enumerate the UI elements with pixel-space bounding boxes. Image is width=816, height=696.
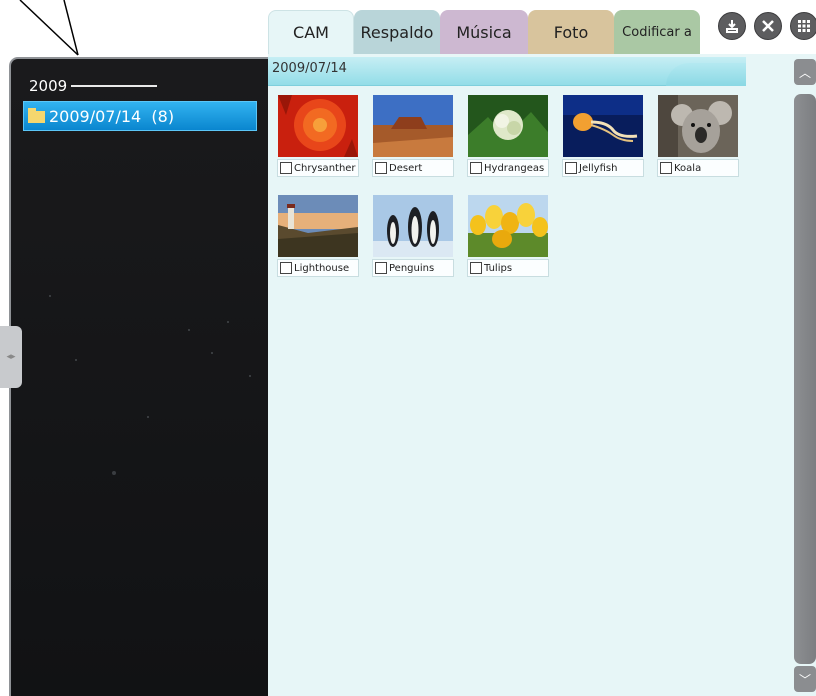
hydrangeas-image [468, 95, 548, 157]
tab-musica-label: Música [456, 22, 512, 42]
jellyfish-image [563, 95, 643, 157]
thumbnail-name: Tulips [484, 262, 513, 274]
thumbnail-name: Lighthouse [294, 262, 350, 274]
chevron-down-icon: ﹀ [798, 672, 811, 687]
thumbnail-label: Tulips [467, 259, 549, 277]
lighthouse-image [278, 195, 358, 257]
select-checkbox[interactable] [375, 262, 387, 274]
thumbnail-jellyfish[interactable]: Jellyfish [558, 95, 644, 183]
tulips-image [468, 195, 548, 257]
select-checkbox[interactable] [280, 262, 292, 274]
thumbnail-area: 2009/07/14 Chrysanther Desert Hydrangeas… [268, 54, 816, 696]
thumbnail-name: Jellyfish [579, 162, 618, 174]
thumbnail-lighthouse[interactable]: Lighthouse [273, 195, 359, 283]
chrysanthemum-image [278, 95, 358, 157]
year-label: 2009 [29, 77, 68, 95]
import-icon [726, 20, 738, 33]
thumbnail-tulips[interactable]: Tulips [463, 195, 549, 283]
thumbnail-label: Penguins [372, 259, 454, 277]
tab-foto[interactable]: Foto [528, 10, 614, 54]
thumbnail-label: Jellyfish [562, 159, 644, 177]
thumbnail-label: Chrysanther [277, 159, 359, 177]
scroll-up-button[interactable]: ︿ [794, 59, 816, 85]
date-folder-item[interactable]: 2009/07/14 (8) [23, 101, 257, 131]
select-checkbox[interactable] [470, 262, 482, 274]
select-checkbox[interactable] [470, 162, 482, 174]
penguins-image [373, 195, 453, 257]
date-group-label: 2009/07/14 [272, 61, 347, 76]
tab-foto-label: Foto [553, 22, 589, 42]
close-button[interactable] [754, 12, 782, 40]
tab-codificar-label: Codificar a [622, 24, 692, 40]
thumbnail-name: Chrysanther [294, 162, 356, 174]
grid-view-button[interactable] [790, 12, 816, 40]
panel-collapse-handle[interactable]: ◂ ▸ [0, 326, 22, 388]
thumbnail-name: Koala [674, 162, 702, 174]
thumbnail-label: Desert [372, 159, 454, 177]
scroll-down-button[interactable]: ﹀ [794, 666, 816, 692]
select-checkbox[interactable] [660, 162, 672, 174]
tab-codificar[interactable]: Codificar a [614, 10, 700, 54]
tab-respaldo[interactable]: Respaldo [354, 10, 440, 54]
tab-respaldo-label: Respaldo [360, 22, 434, 42]
chevron-up-icon: ︿ [798, 65, 811, 80]
thumbnail-hydrangeas[interactable]: Hydrangeas [463, 95, 549, 183]
thumbnail-name: Hydrangeas [484, 162, 545, 174]
close-icon [762, 20, 774, 32]
thumbnail-label: Lighthouse [277, 259, 359, 277]
chevron-right-icon: ▸ [11, 352, 16, 362]
year-divider [71, 85, 158, 87]
select-checkbox[interactable] [565, 162, 577, 174]
tab-cam-label: CAM [293, 23, 329, 42]
vertical-scrollbar[interactable]: ︿ ﹀ [794, 57, 816, 696]
select-checkbox[interactable] [375, 162, 387, 174]
tab-musica[interactable]: Música [440, 10, 528, 54]
thumbnail-koala[interactable]: Koala [653, 95, 739, 183]
thumbnail-chrysanthemum[interactable]: Chrysanther [273, 95, 359, 183]
date-group-header: 2009/07/14 [268, 57, 746, 86]
year-node[interactable]: 2009 [29, 77, 158, 95]
koala-image [658, 95, 738, 157]
scroll-track[interactable] [794, 94, 816, 664]
thumbnail-label: Koala [657, 159, 739, 177]
desert-image [373, 95, 453, 157]
date-folder-label: 2009/07/14 (8) [49, 106, 175, 126]
thumbnail-label: Hydrangeas [467, 159, 549, 177]
grid-view-icon [798, 20, 810, 32]
import-button[interactable] [718, 12, 746, 40]
folder-icon [28, 108, 45, 123]
folder-tree-panel: 2009 2009/07/14 (8) [9, 57, 271, 696]
thumbnail-desert[interactable]: Desert [368, 95, 454, 183]
thumbnail-penguins[interactable]: Penguins [368, 195, 454, 283]
tab-cam[interactable]: CAM [268, 10, 354, 54]
thumbnail-name: Penguins [389, 262, 435, 274]
thumbnail-name: Desert [389, 162, 423, 174]
select-checkbox[interactable] [280, 162, 292, 174]
